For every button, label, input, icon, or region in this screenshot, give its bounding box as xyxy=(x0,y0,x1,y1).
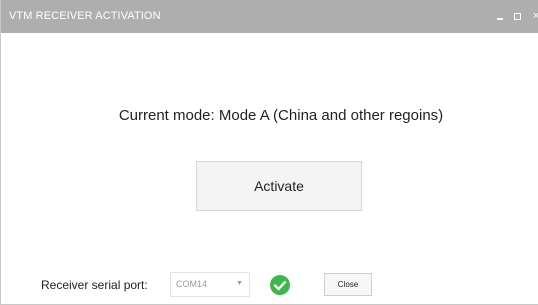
maximize-icon[interactable] xyxy=(511,9,525,23)
app-window: VTM RECEIVER ACTIVATION × Current mode: … xyxy=(0,0,538,305)
serial-port-select[interactable]: COM14 ▼ xyxy=(170,272,250,297)
close-icon[interactable]: × xyxy=(529,9,538,23)
activate-button[interactable]: Activate xyxy=(196,161,362,211)
check-circle-icon xyxy=(270,275,290,295)
minimize-icon[interactable] xyxy=(494,9,508,23)
window-title: VTM RECEIVER ACTIVATION xyxy=(9,10,161,22)
chevron-down-icon: ▼ xyxy=(236,280,243,287)
close-button[interactable]: Close xyxy=(324,273,372,296)
serial-port-value: COM14 xyxy=(176,279,208,289)
title-bar[interactable]: VTM RECEIVER ACTIVATION × xyxy=(1,0,538,33)
serial-port-label: Receiver serial port: xyxy=(41,278,148,292)
current-mode-text: Current mode: Mode A (China and other re… xyxy=(118,107,444,124)
